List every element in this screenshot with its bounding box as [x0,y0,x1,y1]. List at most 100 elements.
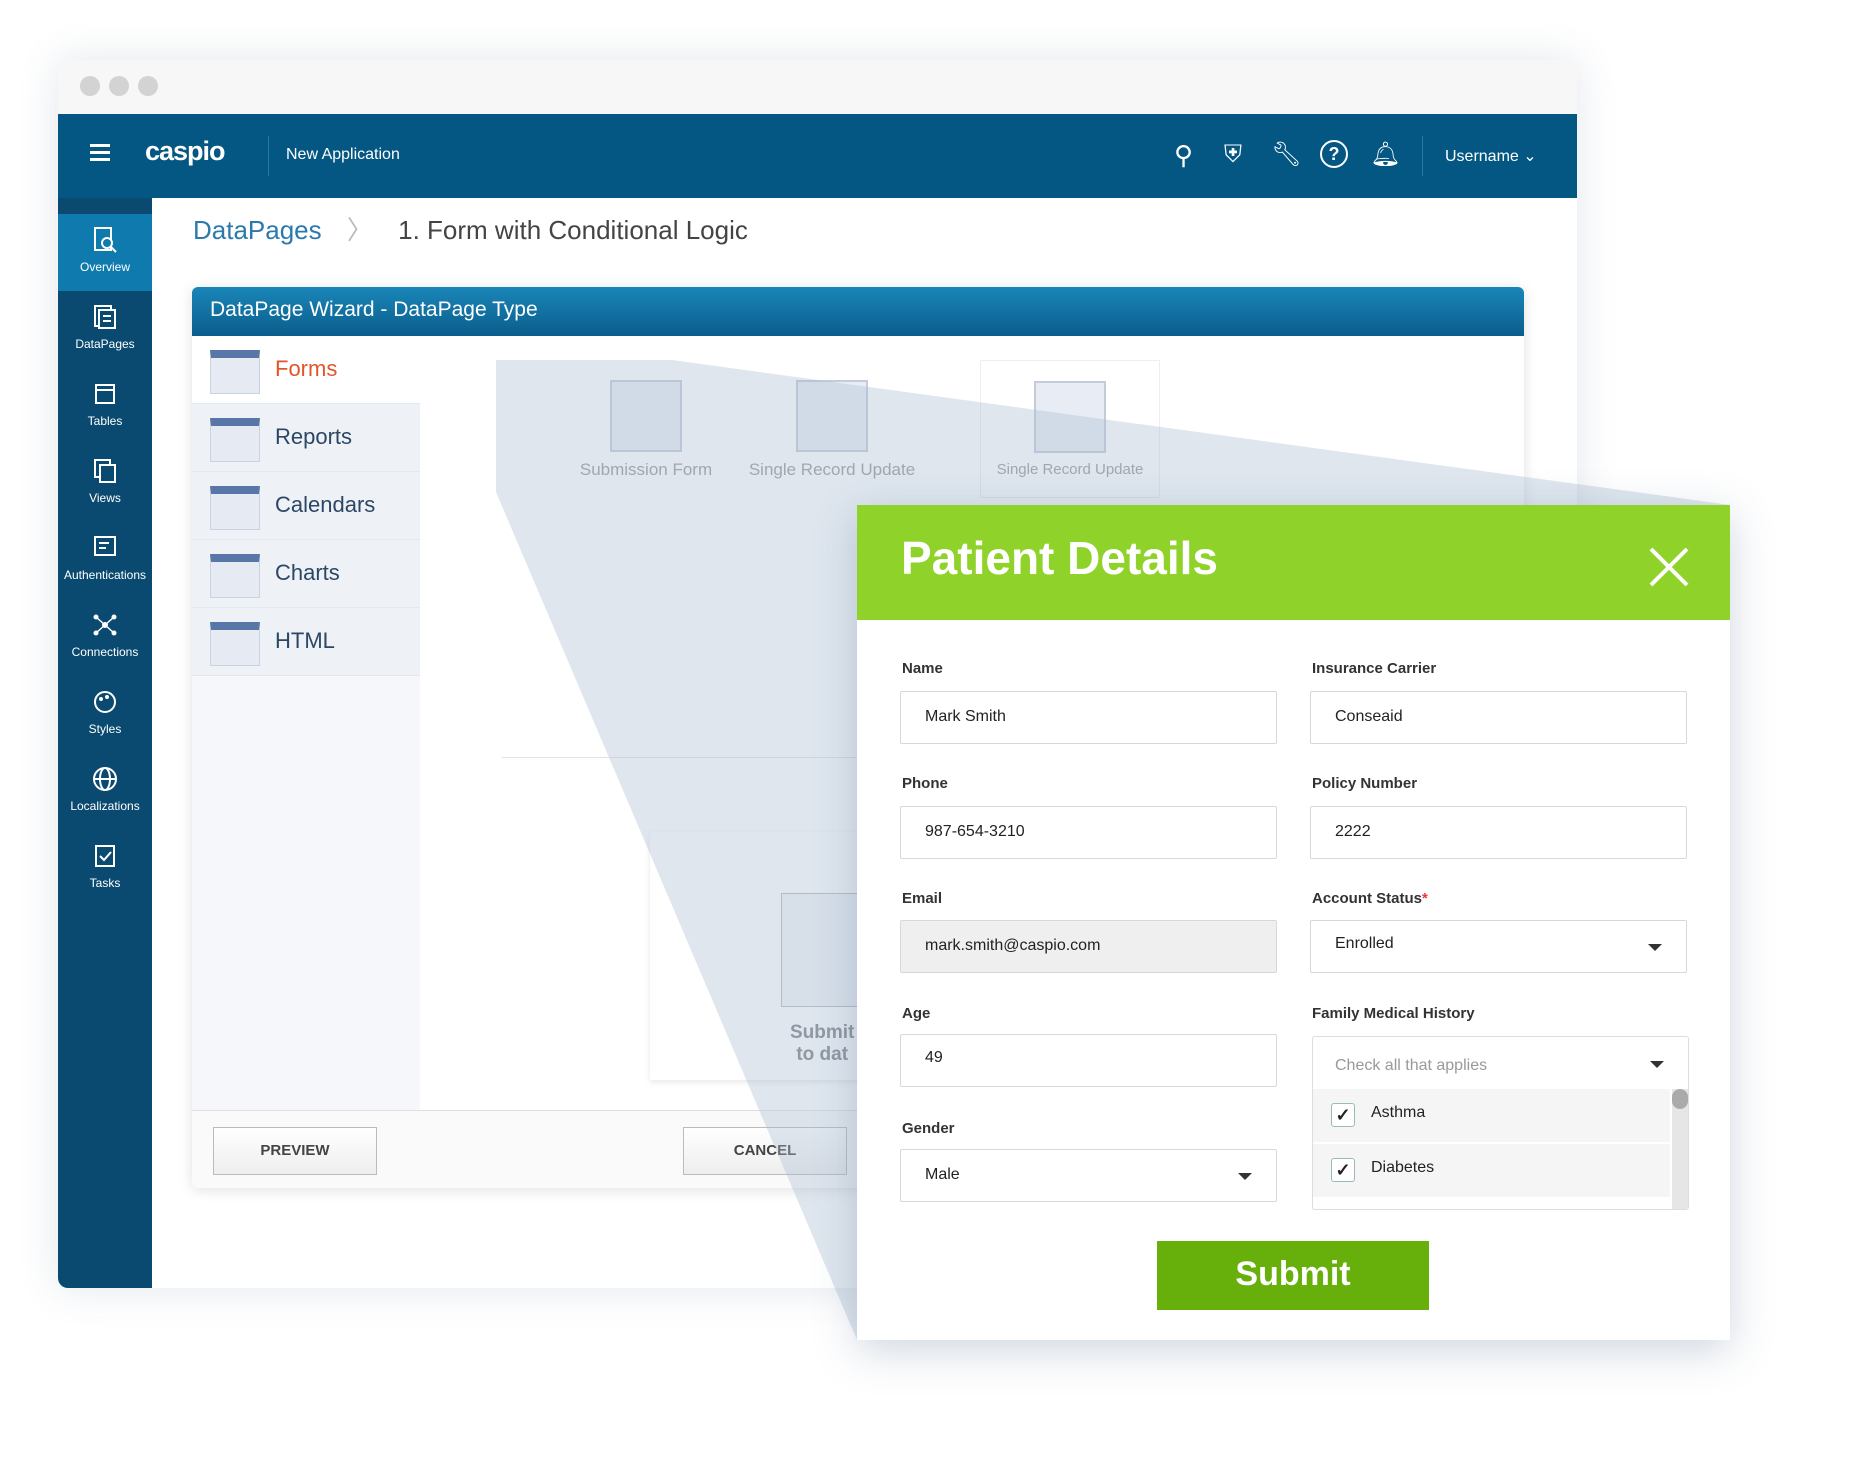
sidebar-item-label: Localizations [70,799,140,813]
phone-label: Phone [902,775,948,792]
html-icon [210,622,260,666]
caret-down-icon[interactable] [1650,1061,1664,1068]
card-single-record-update-secure[interactable]: Single Record Update [980,360,1160,498]
scrollbar[interactable] [1672,1089,1688,1209]
card-label: Single Record Update [996,461,1144,478]
help-icon[interactable]: ? [1320,140,1348,168]
sidebar-item-styles[interactable]: Styles [58,676,152,753]
page-title: 1. Form with Conditional Logic [398,215,748,245]
account-status-select[interactable]: Enrolled [1310,920,1687,973]
option-diabetes[interactable]: ✓ Diabetes [1313,1144,1670,1197]
insurance-label: Insurance Carrier [1312,660,1437,677]
window-dot[interactable] [109,76,129,96]
wizard-title: DataPage Wizard - DataPage Type [192,287,1524,336]
insurance-input[interactable]: Conseaid [1310,691,1687,744]
datapages-icon [94,305,116,329]
sidebar-item-views[interactable]: Views [58,445,152,522]
caret-down-icon [1238,1173,1252,1180]
submission-form-icon [610,380,682,452]
window-dot[interactable] [80,76,100,96]
sidebar-item-localizations[interactable]: Localizations [58,753,152,830]
selected-value: Enrolled [1335,935,1394,952]
policy-input[interactable]: 2222 [1310,806,1687,859]
preview-button[interactable]: PREVIEW [213,1127,377,1175]
breadcrumb-root[interactable]: DataPages [193,215,322,245]
sidebar-item-connections[interactable]: Connections [58,599,152,676]
reports-icon [210,418,260,462]
sidebar-item-label: Authentications [63,568,147,582]
card-single-record-update[interactable]: Single Record Update [742,360,922,498]
sidebar-item-label: Overview [79,260,130,274]
option-label: Diabetes [1371,1159,1435,1176]
breadcrumb: DataPages 〉 1. Form with Conditional Log… [193,210,748,247]
top-nav: caspio New Application ⚲ ⛨ 🔧︎ ? 🔔︎ Usern… [58,114,1577,198]
modal-title: Patient Details [901,532,1218,584]
wrench-icon[interactable]: 🔧︎ [1271,140,1301,169]
sidebar-item-label: Tasks [89,876,121,890]
hamburger-menu-icon[interactable] [90,144,110,161]
phone-input[interactable]: 987-654-3210 [900,806,1277,859]
search-icon[interactable]: ⚲ [1174,140,1193,171]
globe-icon [93,767,117,791]
checkbox-checked[interactable]: ✓ [1331,1103,1355,1127]
type-label: Forms [275,356,338,381]
chevron-right-icon: 〉 [346,215,373,245]
type-label: HTML [275,628,335,653]
type-item-reports[interactable]: Reports [192,404,420,472]
type-list: Forms Reports Calendars Charts HTML [192,336,420,1111]
checkbox-checked[interactable]: ✓ [1331,1158,1355,1182]
sidebar-item-authentications[interactable]: Authentications [58,522,152,599]
user-menu[interactable]: Username ⌄ [1445,146,1537,166]
type-label: Reports [275,424,353,449]
type-item-calendars[interactable]: Calendars [192,472,420,540]
caspio-logo[interactable]: caspio [145,136,226,167]
shield-icon[interactable]: ⛨ [1224,141,1242,169]
submit-button[interactable]: Submit [1157,1241,1429,1310]
type-item-html[interactable]: HTML [192,608,420,676]
sidebar-item-tables[interactable]: Tables [58,368,152,445]
option-asthma[interactable]: ✓ Asthma [1313,1089,1670,1142]
history-label: Family Medical History [1312,1005,1475,1022]
family-history-multiselect[interactable]: Check all that applies ✓ Asthma ✓ Diabetes [1312,1036,1689,1210]
sidebar-item-tasks[interactable]: Tasks [58,830,152,907]
option-label: Asthma [1371,1104,1426,1121]
caret-down-icon [1648,944,1662,951]
age-input[interactable]: 49 [900,1034,1277,1087]
window-dot[interactable] [138,76,158,96]
card-label: Submission Form [579,460,713,479]
title-bar [58,60,1577,114]
gender-select[interactable]: Male [900,1149,1277,1202]
sidebar-item-datapages[interactable]: DataPages [58,291,152,368]
divider [502,757,902,758]
preview-text-line: Submit [790,1022,855,1043]
sidebar-item-label: Styles [88,722,122,736]
authentications-icon [94,536,116,556]
views-icon [94,459,116,483]
calendars-icon [210,486,260,530]
email-input[interactable]: mark.smith@caspio.com [900,920,1277,973]
bell-icon[interactable]: 🔔︎ [1370,140,1400,169]
history-placeholder: Check all that applies [1335,1057,1488,1074]
preview-text-line: to dat [796,1044,849,1065]
record-update-icon [796,380,868,452]
card-submission-form[interactable]: Submission Form [556,360,736,498]
sidebar-item-overview[interactable]: Overview [58,214,152,291]
patient-details-modal: Patient Details Name Mark Smith Insuranc… [857,505,1730,1340]
close-icon[interactable] [1649,547,1689,587]
name-label: Name [902,660,943,677]
type-item-charts[interactable]: Charts [192,540,420,608]
gender-label: Gender [902,1120,955,1137]
overview-icon [94,227,117,253]
policy-label: Policy Number [1312,775,1418,792]
preview-text: Submit to dat [790,1022,854,1066]
selected-value: Male [925,1166,960,1183]
sidebar-item-label: Views [89,491,121,505]
tasks-icon [95,845,115,867]
name-input[interactable]: Mark Smith [900,691,1277,744]
cancel-button[interactable]: CANCEL [683,1127,847,1175]
app-title[interactable]: New Application [286,146,400,164]
divider [268,136,269,176]
type-item-forms[interactable]: Forms [192,336,420,404]
connections-icon [93,614,117,636]
sidebar: Overview DataPages Tables Views Authenti… [58,198,152,1288]
